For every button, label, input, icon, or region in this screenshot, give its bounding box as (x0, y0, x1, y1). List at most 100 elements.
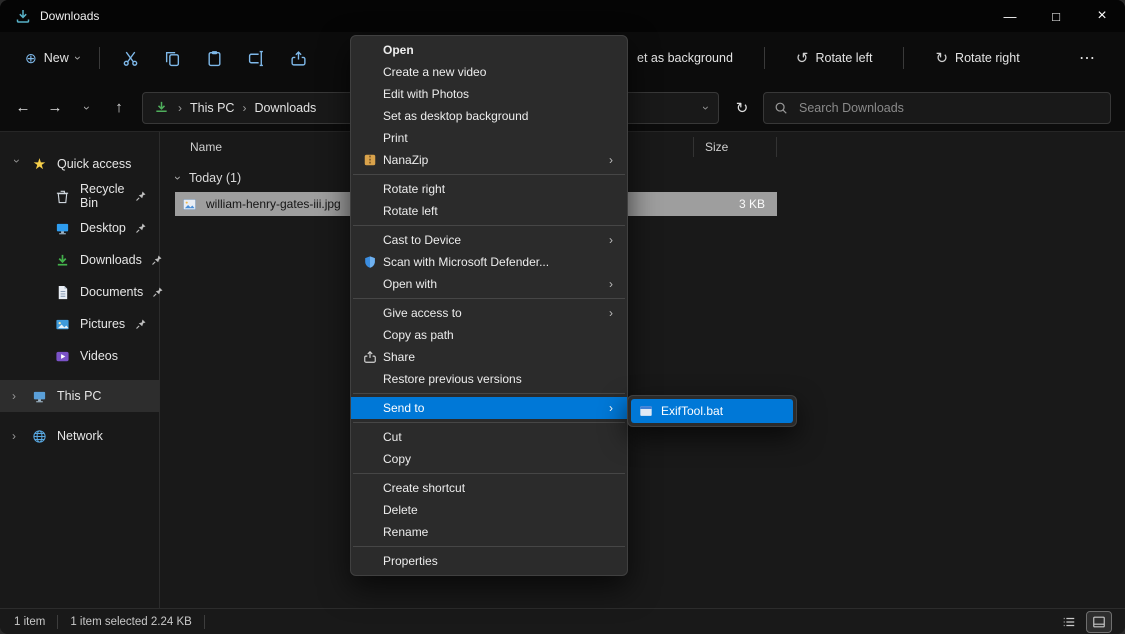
menu-item-delete[interactable]: Delete (351, 499, 627, 521)
menu-item-label: Create shortcut (383, 481, 465, 495)
status-divider (204, 615, 205, 629)
menu-item-create-a-new-video[interactable]: Create a new video (351, 61, 627, 83)
group-header-today[interactable]: › Today (1) (160, 164, 1125, 192)
cut-button[interactable] (110, 41, 152, 75)
set-as-background-button[interactable]: et as background (628, 44, 742, 72)
menu-item-label: Rotate right (383, 182, 445, 196)
menu-item-label: Open (383, 43, 414, 57)
back-icon: ← (16, 99, 31, 116)
address-dropdown-icon[interactable]: › (699, 106, 713, 110)
sidebar-item-desktop[interactable]: Desktop (0, 212, 159, 244)
menu-item-rename[interactable]: Rename (351, 521, 627, 543)
menu-item-properties[interactable]: Properties (351, 550, 627, 572)
window-title: Downloads (40, 9, 99, 23)
sidebar-item-label: Downloads (80, 253, 142, 267)
search-input[interactable] (797, 100, 1100, 116)
copy-button[interactable] (152, 41, 194, 75)
menu-item-create-shortcut[interactable]: Create shortcut (351, 477, 627, 499)
minimize-button[interactable]: — (987, 0, 1033, 32)
column-divider[interactable] (776, 137, 777, 157)
menu-item-label: Open with (383, 277, 437, 291)
menu-item-cast-to-device[interactable]: Cast to Device › (351, 229, 627, 251)
maximize-button[interactable]: □ (1033, 0, 1079, 32)
menu-item-label: Cast to Device (383, 233, 461, 247)
refresh-button[interactable]: ↻ (727, 93, 757, 123)
rename-icon (248, 50, 265, 67)
chevron-right-icon: › (12, 429, 22, 443)
sidebar-item-downloads[interactable]: Downloads (0, 244, 159, 276)
column-divider[interactable] (693, 137, 694, 157)
up-button[interactable]: ↑ (104, 93, 134, 123)
menu-item-copy-as-path[interactable]: Copy as path (351, 324, 627, 346)
sidebar-item-label: Network (57, 429, 103, 443)
column-header-size[interactable]: Size (705, 140, 728, 154)
recent-locations-button[interactable]: › (72, 93, 102, 123)
star-icon: ★ (31, 156, 48, 173)
more-options-button[interactable]: ⋯ (1069, 44, 1105, 72)
menu-item-nanazip[interactable]: NanaZip › (351, 149, 627, 171)
breadcrumb-this-pc[interactable]: This PC (190, 101, 234, 115)
sidebar-item-label: Documents (80, 285, 143, 299)
menu-item-scan-with-microsoft-defender[interactable]: Scan with Microsoft Defender... (351, 251, 627, 273)
sidebar-item-pictures[interactable]: Pictures (0, 308, 159, 340)
share-icon (290, 50, 307, 67)
column-headers: Name Size (160, 132, 1125, 162)
sidebar-item-label: Quick access (57, 157, 131, 171)
thumbnail-view-button[interactable] (1087, 612, 1111, 632)
batch-file-icon (639, 404, 653, 418)
close-button[interactable]: × (1079, 0, 1125, 32)
menu-item-edit-with-photos[interactable]: Edit with Photos (351, 83, 627, 105)
menu-item-cut[interactable]: Cut (351, 426, 627, 448)
forward-button[interactable]: → (40, 93, 70, 123)
file-size: 3 KB (739, 197, 765, 211)
document-icon (54, 284, 71, 301)
menu-separator (353, 225, 625, 226)
cut-icon (122, 50, 139, 67)
recycle-bin-icon (54, 188, 71, 205)
menu-item-open-with[interactable]: Open with › (351, 273, 627, 295)
details-view-button[interactable] (1057, 612, 1081, 632)
refresh-icon: ↻ (736, 99, 749, 117)
item-count: 1 item (14, 616, 45, 628)
send-to-submenu: ExifTool.bat (627, 395, 797, 427)
downloads-tray-icon (153, 99, 170, 116)
menu-item-rotate-left[interactable]: Rotate left (351, 200, 627, 222)
submenu-item-label: ExifTool.bat (661, 404, 723, 418)
menu-item-label: Restore previous versions (383, 372, 522, 386)
menu-item-restore-previous-versions[interactable]: Restore previous versions (351, 368, 627, 390)
column-header-name[interactable]: Name (190, 140, 222, 154)
menu-item-set-as-desktop-background[interactable]: Set as desktop background (351, 105, 627, 127)
group-label: Today (1) (189, 171, 241, 185)
up-icon: ↑ (115, 99, 123, 116)
menu-item-label: Copy (383, 452, 411, 466)
menu-item-give-access-to[interactable]: Give access to › (351, 302, 627, 324)
close-icon: × (1097, 7, 1106, 25)
sidebar-item-recycle-bin[interactable]: Recycle Bin (0, 180, 159, 212)
sidebar-item-network[interactable]: › Network (0, 420, 159, 452)
status-bar: 1 item 1 item selected 2.24 KB (0, 608, 1125, 634)
menu-item-copy[interactable]: Copy (351, 448, 627, 470)
menu-item-print[interactable]: Print (351, 127, 627, 149)
menu-separator (353, 546, 625, 547)
sidebar-item-this-pc[interactable]: › This PC (0, 380, 159, 412)
maximize-icon: □ (1052, 9, 1060, 24)
back-button[interactable]: ← (8, 93, 38, 123)
sidebar-item-quick-access[interactable]: › ★ Quick access (0, 148, 159, 180)
submenu-item-exiftool[interactable]: ExifTool.bat (631, 399, 793, 423)
rotate-right-button[interactable]: ↻ Rotate right (926, 42, 1028, 74)
menu-item-open[interactable]: Open (351, 39, 627, 61)
breadcrumb-downloads[interactable]: Downloads (254, 101, 316, 115)
downloads-tray-icon (14, 8, 31, 25)
menu-item-share[interactable]: Share (351, 346, 627, 368)
new-button[interactable]: ⊕ New › (16, 43, 89, 74)
rename-button[interactable] (236, 41, 278, 75)
menu-item-send-to[interactable]: Send to › (351, 397, 627, 419)
paste-button[interactable] (194, 41, 236, 75)
share-button[interactable] (278, 41, 320, 75)
sidebar-item-documents[interactable]: Documents (0, 276, 159, 308)
sidebar-item-videos[interactable]: Videos (0, 340, 159, 372)
sidebar-item-label: Videos (80, 349, 118, 363)
rotate-left-button[interactable]: ↺ Rotate left (787, 42, 882, 74)
menu-item-rotate-right[interactable]: Rotate right (351, 178, 627, 200)
sidebar-item-label: Desktop (80, 221, 126, 235)
